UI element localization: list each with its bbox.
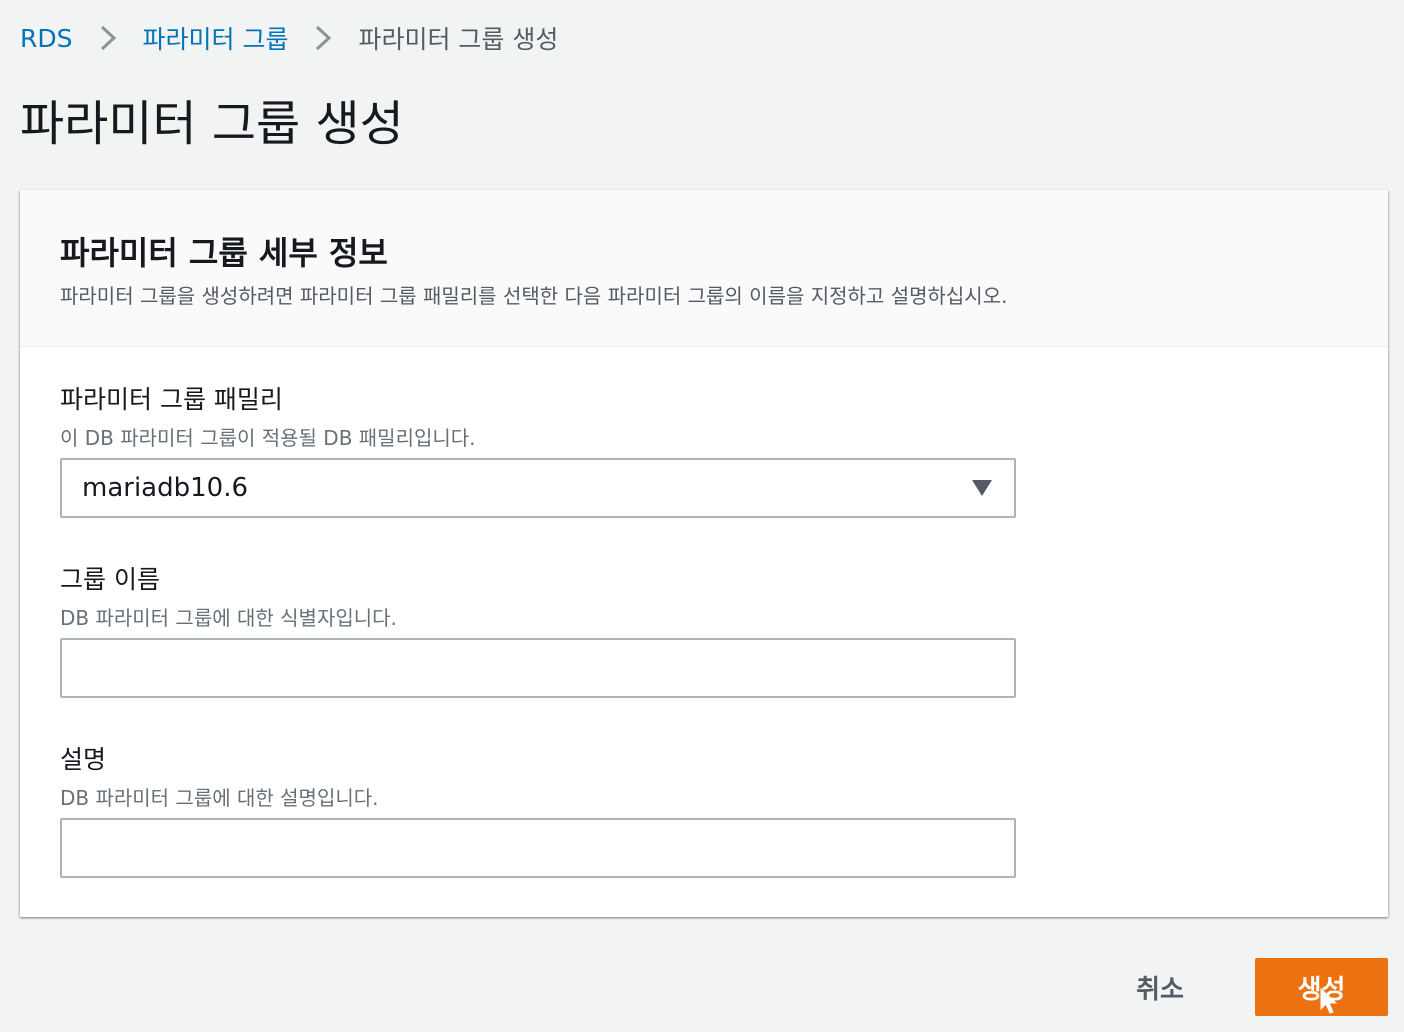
breadcrumb-item-rds[interactable]: RDS bbox=[20, 24, 73, 53]
family-select-value: mariadb10.6 bbox=[82, 473, 249, 503]
group-name-input[interactable] bbox=[60, 638, 1016, 698]
caret-down-icon bbox=[972, 480, 992, 496]
description-hint: DB 파라미터 그룹에 대한 설명입니다. bbox=[60, 786, 379, 810]
cancel-button[interactable]: 취소 bbox=[1110, 958, 1210, 1016]
group-name-label: 그룹 이름 bbox=[60, 565, 160, 594]
panel-title: 파라미터 그룹 세부 정보 bbox=[60, 234, 388, 272]
panel-description: 파라미터 그룹을 생성하려면 파라미터 그룹 패밀리를 선택한 다음 파라미터 … bbox=[60, 284, 1008, 308]
description-input[interactable] bbox=[60, 818, 1016, 878]
breadcrumb-item-parameter-groups[interactable]: 파라미터 그룹 bbox=[143, 20, 289, 56]
parameter-group-details-panel: 파라미터 그룹 세부 정보 파라미터 그룹을 생성하려면 파라미터 그룹 패밀리… bbox=[20, 190, 1388, 917]
chevron-right-icon bbox=[314, 24, 332, 52]
chevron-right-icon bbox=[99, 24, 117, 52]
family-label: 파라미터 그룹 패밀리 bbox=[60, 385, 283, 414]
family-hint: 이 DB 파라미터 그룹이 적용될 DB 패밀리입니다. bbox=[60, 426, 476, 450]
family-select[interactable]: mariadb10.6 bbox=[60, 458, 1016, 518]
group-name-hint: DB 파라미터 그룹에 대한 식별자입니다. bbox=[60, 606, 397, 630]
panel-header: 파라미터 그룹 세부 정보 파라미터 그룹을 생성하려면 파라미터 그룹 패밀리… bbox=[20, 190, 1388, 347]
create-parameter-group-page: RDS 파라미터 그룹 파라미터 그룹 생성 파라미터 그룹 생성 파라미터 그… bbox=[0, 0, 1404, 1032]
page-title: 파라미터 그룹 생성 bbox=[20, 96, 404, 152]
description-label: 설명 bbox=[60, 745, 107, 774]
breadcrumb: RDS 파라미터 그룹 파라미터 그룹 생성 bbox=[20, 20, 558, 56]
breadcrumb-item-current: 파라미터 그룹 생성 bbox=[358, 25, 559, 54]
create-button[interactable]: 생성 bbox=[1255, 958, 1388, 1016]
